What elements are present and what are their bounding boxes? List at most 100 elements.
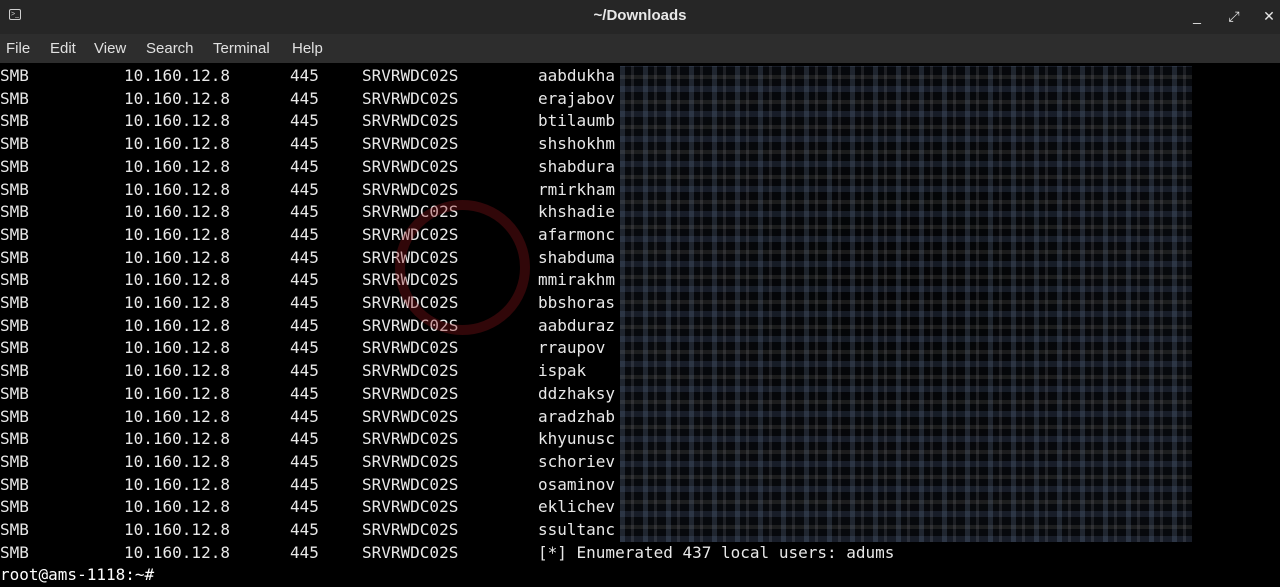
line-output: shshokhm	[538, 134, 616, 154]
line-protocol: SMB	[0, 383, 29, 403]
line-protocol: SMB	[0, 542, 29, 562]
line-port: 445	[290, 542, 319, 562]
line-protocol: SMB	[0, 66, 29, 85]
line-output: btilaumb	[538, 111, 616, 131]
line-port: 445	[290, 429, 319, 449]
line-output: aabdukha	[538, 66, 616, 85]
line-host-ip: 10.160.12.8	[124, 429, 230, 449]
line-host-ip: 10.160.12.8	[124, 134, 230, 154]
line-output: rmirkham	[538, 179, 616, 199]
line-host-ip: 10.160.12.8	[124, 474, 230, 494]
line-port: 445	[290, 270, 319, 290]
line-port: 445	[290, 451, 319, 471]
minimize-button[interactable]: _	[1187, 6, 1207, 26]
menu-search[interactable]: Search	[146, 40, 194, 57]
line-hostname: SRVRWDC02S	[362, 179, 459, 199]
line-output: shabduma	[538, 247, 616, 267]
line-port: 445	[290, 156, 319, 176]
line-output: shabdura	[538, 156, 616, 176]
line-protocol: SMB	[0, 429, 29, 449]
shell-prompt[interactable]: root@ams-1118:~#	[0, 564, 1280, 587]
line-hostname: SRVRWDC02S	[362, 474, 459, 494]
line-protocol: SMB	[0, 474, 29, 494]
redacted-region	[620, 66, 1192, 542]
line-port: 445	[290, 202, 319, 222]
line-host-ip: 10.160.12.8	[124, 88, 230, 108]
window-title: ~/Downloads	[593, 7, 687, 24]
line-port: 445	[290, 111, 319, 131]
line-port: 445	[290, 406, 319, 426]
line-protocol: SMB	[0, 451, 29, 471]
line-hostname: SRVRWDC02S	[362, 429, 459, 449]
line-port: 445	[290, 247, 319, 267]
line-host-ip: 10.160.12.8	[124, 293, 230, 312]
line-host-ip: 10.160.12.8	[124, 338, 230, 358]
line-port: 445	[290, 361, 319, 381]
line-hostname: SRVRWDC02S	[362, 497, 459, 517]
line-host-ip: 10.160.12.8	[124, 66, 230, 85]
line-protocol: SMB	[0, 270, 29, 290]
menu-edit[interactable]: Edit	[50, 40, 76, 57]
line-port: 445	[290, 88, 319, 108]
line-output: [*] Enumerated 437 local users: adums	[538, 542, 895, 562]
line-protocol: SMB	[0, 156, 29, 176]
line-port: 445	[290, 224, 319, 244]
line-host-ip: 10.160.12.8	[124, 247, 230, 267]
line-port: 445	[290, 520, 319, 539]
line-protocol: SMB	[0, 111, 29, 131]
line-protocol: SMB	[0, 406, 29, 426]
line-protocol: SMB	[0, 134, 29, 154]
maximize-button[interactable]: ⤢	[1224, 6, 1244, 26]
line-host-ip: 10.160.12.8	[124, 315, 230, 335]
line-hostname: SRVRWDC02S	[362, 88, 459, 108]
line-port: 445	[290, 315, 319, 335]
line-port: 445	[290, 383, 319, 403]
menu-file[interactable]: File	[6, 40, 30, 57]
line-protocol: SMB	[0, 88, 29, 108]
line-output: ddzhaksy	[538, 383, 616, 403]
line-hostname: SRVRWDC02S	[362, 134, 459, 154]
line-output: aabduraz	[538, 315, 616, 335]
line-hostname: SRVRWDC02S	[362, 383, 459, 403]
line-protocol: SMB	[0, 179, 29, 199]
line-port: 445	[290, 474, 319, 494]
terminal-line: SMB 10.160.12.8 445 SRVRWDC02S [*] Enumerate…	[0, 542, 1280, 565]
line-hostname: SRVRWDC02S	[362, 451, 459, 471]
menu-view[interactable]: View	[94, 40, 126, 57]
window-titlebar[interactable]: >_ ~/Downloads _ ⤢ ✕	[0, 0, 1280, 34]
line-hostname: SRVRWDC02S	[362, 520, 459, 539]
line-output: bbshoras	[538, 293, 616, 312]
close-button[interactable]: ✕	[1259, 6, 1279, 26]
menu-terminal[interactable]: Terminal	[213, 40, 270, 57]
line-output: aradzhab	[538, 406, 616, 426]
line-output: khshadie	[538, 202, 616, 222]
line-output: mmirakhm	[538, 270, 616, 290]
line-output: schoriev	[538, 451, 616, 471]
line-host-ip: 10.160.12.8	[124, 520, 230, 539]
line-output: ispak	[538, 361, 587, 381]
line-protocol: SMB	[0, 315, 29, 335]
line-host-ip: 10.160.12.8	[124, 406, 230, 426]
line-output: eklichev	[538, 497, 616, 517]
line-protocol: SMB	[0, 520, 29, 539]
line-host-ip: 10.160.12.8	[124, 451, 230, 471]
line-host-ip: 10.160.12.8	[124, 542, 230, 562]
line-host-ip: 10.160.12.8	[124, 156, 230, 176]
menubar: File Edit View Search Terminal Help	[0, 34, 1280, 63]
line-protocol: SMB	[0, 202, 29, 222]
menu-help[interactable]: Help	[292, 40, 323, 57]
line-protocol: SMB	[0, 293, 29, 312]
line-port: 445	[290, 134, 319, 154]
line-hostname: SRVRWDC02S	[362, 156, 459, 176]
line-port: 445	[290, 338, 319, 358]
line-protocol: SMB	[0, 338, 29, 358]
line-hostname: SRVRWDC02S	[362, 111, 459, 131]
line-host-ip: 10.160.12.8	[124, 179, 230, 199]
line-output: afarmonc	[538, 224, 616, 244]
line-output: rraupov	[538, 338, 606, 358]
line-host-ip: 10.160.12.8	[124, 497, 230, 517]
line-host-ip: 10.160.12.8	[124, 383, 230, 403]
line-output: ssultanc	[538, 520, 616, 539]
line-hostname: SRVRWDC02S	[362, 406, 459, 426]
line-port: 445	[290, 179, 319, 199]
